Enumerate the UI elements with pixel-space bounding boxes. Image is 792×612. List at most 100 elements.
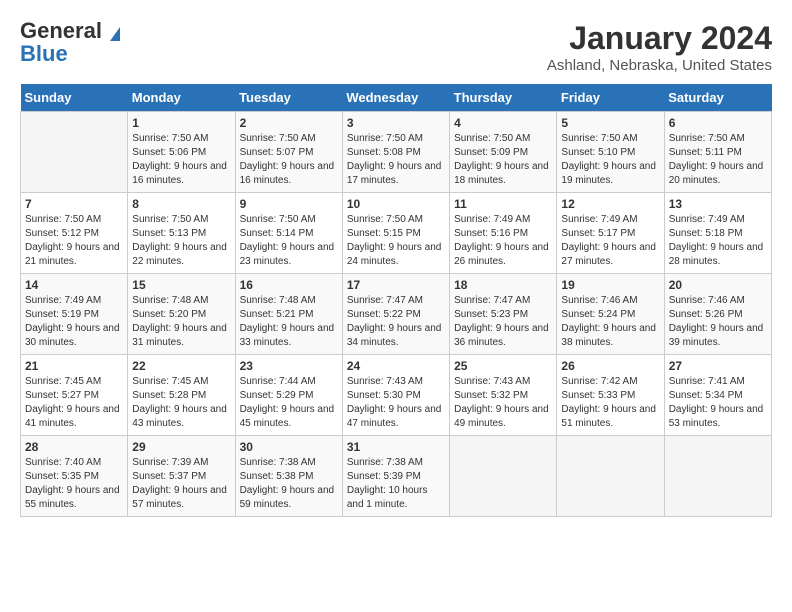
day-cell: 17 Sunrise: 7:47 AMSunset: 5:22 PMDayligh… <box>342 274 449 355</box>
day-info: Sunrise: 7:46 AMSunset: 5:24 PMDaylight:… <box>561 294 659 350</box>
day-number: 26 <box>561 359 659 373</box>
title-area: January 2024 Ashland, Nebraska, United S… <box>547 20 772 74</box>
day-cell: 4Sunrise: 7:50 AMSunset: 5:09 PMDaylight… <box>450 112 557 193</box>
day-number: 13 <box>669 197 767 211</box>
day-info: Sunrise: 7:49 AMSunset: 5:19 PMDaylight:… <box>25 294 123 350</box>
day-number: 10 <box>347 197 445 211</box>
day-info: Sunrise: 7:48 AMSunset: 5:20 PMDaylight:… <box>132 294 230 350</box>
week-row-1: 7 Sunrise: 7:50 AMSunset: 5:12 PMDaylight… <box>21 193 772 274</box>
day-info: Sunrise: 7:50 AMSunset: 5:15 PMDaylight:… <box>347 213 445 269</box>
day-number: 22 <box>132 359 230 373</box>
day-info: Sunrise: 7:40 AMSunset: 5:35 PMDaylight:… <box>25 456 123 512</box>
day-cell: 12 Sunrise: 7:49 AMSunset: 5:17 PMDayligh… <box>557 193 664 274</box>
day-number: 2 <box>240 116 338 130</box>
day-number: 17 <box>347 278 445 292</box>
header-cell-monday: Monday <box>128 84 235 112</box>
day-number: 30 <box>240 440 338 454</box>
day-info: Sunrise: 7:45 AMSunset: 5:28 PMDaylight:… <box>132 375 230 431</box>
day-cell: 18Sunrise: 7:47 AMSunset: 5:23 PMDayligh… <box>450 274 557 355</box>
header-cell-thursday: Thursday <box>450 84 557 112</box>
day-cell: 5Sunrise: 7:50 AMSunset: 5:10 PMDaylight… <box>557 112 664 193</box>
day-cell: 24 Sunrise: 7:43 AMSunset: 5:30 PMDayligh… <box>342 355 449 436</box>
day-info: Sunrise: 7:50 AMSunset: 5:12 PMDaylight:… <box>25 213 123 269</box>
day-number: 31 <box>347 440 445 454</box>
logo-general-text: General <box>20 18 102 43</box>
header-row: SundayMondayTuesdayWednesdayThursdayFrid… <box>21 84 772 112</box>
week-row-0: 1 Sunrise: 7:50 AMSunset: 5:06 PMDaylight… <box>21 112 772 193</box>
week-row-4: 28 Sunrise: 7:40 AMSunset: 5:35 PMDayligh… <box>21 436 772 517</box>
day-info: Sunrise: 7:44 AMSunset: 5:29 PMDaylight:… <box>240 375 338 431</box>
day-info: Sunrise: 7:41 AMSunset: 5:34 PMDaylight:… <box>669 375 767 431</box>
location-subtitle: Ashland, Nebraska, United States <box>547 57 772 74</box>
calendar-header: SundayMondayTuesdayWednesdayThursdayFrid… <box>21 84 772 112</box>
day-cell: 1 Sunrise: 7:50 AMSunset: 5:06 PMDaylight… <box>128 112 235 193</box>
day-info: Sunrise: 7:50 AMSunset: 5:11 PMDaylight:… <box>669 132 767 188</box>
day-number: 18 <box>454 278 552 292</box>
day-info: Sunrise: 7:50 AMSunset: 5:07 PMDaylight:… <box>240 132 338 188</box>
header-cell-saturday: Saturday <box>664 84 771 112</box>
day-cell: 6 Sunrise: 7:50 AMSunset: 5:11 PMDaylight… <box>664 112 771 193</box>
day-cell: 16 Sunrise: 7:48 AMSunset: 5:21 PMDayligh… <box>235 274 342 355</box>
day-info: Sunrise: 7:42 AMSunset: 5:33 PMDaylight:… <box>561 375 659 431</box>
day-number: 1 <box>132 116 230 130</box>
day-number: 28 <box>25 440 123 454</box>
day-number: 24 <box>347 359 445 373</box>
day-number: 14 <box>25 278 123 292</box>
day-number: 6 <box>669 116 767 130</box>
calendar-body: 1 Sunrise: 7:50 AMSunset: 5:06 PMDaylight… <box>21 112 772 517</box>
day-number: 20 <box>669 278 767 292</box>
day-cell: 26 Sunrise: 7:42 AMSunset: 5:33 PMDayligh… <box>557 355 664 436</box>
day-info: Sunrise: 7:49 AMSunset: 5:16 PMDaylight:… <box>454 213 552 269</box>
day-number: 21 <box>25 359 123 373</box>
day-number: 27 <box>669 359 767 373</box>
day-number: 12 <box>561 197 659 211</box>
day-number: 15 <box>132 278 230 292</box>
day-cell: 11Sunrise: 7:49 AMSunset: 5:16 PMDayligh… <box>450 193 557 274</box>
header-cell-tuesday: Tuesday <box>235 84 342 112</box>
week-row-3: 21 Sunrise: 7:45 AMSunset: 5:27 PMDayligh… <box>21 355 772 436</box>
day-info: Sunrise: 7:50 AMSunset: 5:06 PMDaylight:… <box>132 132 230 188</box>
day-cell <box>664 436 771 517</box>
day-cell: 8 Sunrise: 7:50 AMSunset: 5:13 PMDaylight… <box>128 193 235 274</box>
calendar-table: SundayMondayTuesdayWednesdayThursdayFrid… <box>20 84 772 517</box>
day-cell: 14 Sunrise: 7:49 AMSunset: 5:19 PMDayligh… <box>21 274 128 355</box>
day-info: Sunrise: 7:43 AMSunset: 5:32 PMDaylight:… <box>454 375 552 431</box>
day-cell: 22 Sunrise: 7:45 AMSunset: 5:28 PMDayligh… <box>128 355 235 436</box>
header-cell-friday: Friday <box>557 84 664 112</box>
day-cell: 27 Sunrise: 7:41 AMSunset: 5:34 PMDayligh… <box>664 355 771 436</box>
day-info: Sunrise: 7:46 AMSunset: 5:26 PMDaylight:… <box>669 294 767 350</box>
day-info: Sunrise: 7:38 AMSunset: 5:39 PMDaylight:… <box>347 456 445 512</box>
day-cell: 15 Sunrise: 7:48 AMSunset: 5:20 PMDayligh… <box>128 274 235 355</box>
day-info: Sunrise: 7:50 AMSunset: 5:10 PMDaylight:… <box>561 132 659 188</box>
day-info: Sunrise: 7:49 AMSunset: 5:18 PMDaylight:… <box>669 213 767 269</box>
day-cell <box>557 436 664 517</box>
logo-blue-text: Blue <box>20 43 68 65</box>
month-year-title: January 2024 <box>547 20 772 57</box>
day-info: Sunrise: 7:49 AMSunset: 5:17 PMDaylight:… <box>561 213 659 269</box>
day-info: Sunrise: 7:43 AMSunset: 5:30 PMDaylight:… <box>347 375 445 431</box>
day-cell: 19 Sunrise: 7:46 AMSunset: 5:24 PMDayligh… <box>557 274 664 355</box>
day-number: 7 <box>25 197 123 211</box>
day-cell: 29Sunrise: 7:39 AMSunset: 5:37 PMDayligh… <box>128 436 235 517</box>
day-info: Sunrise: 7:45 AMSunset: 5:27 PMDaylight:… <box>25 375 123 431</box>
day-info: Sunrise: 7:38 AMSunset: 5:38 PMDaylight:… <box>240 456 338 512</box>
logo-triangle-icon <box>110 27 120 41</box>
header-cell-sunday: Sunday <box>21 84 128 112</box>
day-info: Sunrise: 7:50 AMSunset: 5:09 PMDaylight:… <box>454 132 552 188</box>
day-number: 9 <box>240 197 338 211</box>
day-cell: 21 Sunrise: 7:45 AMSunset: 5:27 PMDayligh… <box>21 355 128 436</box>
day-info: Sunrise: 7:50 AMSunset: 5:14 PMDaylight:… <box>240 213 338 269</box>
day-number: 8 <box>132 197 230 211</box>
day-cell <box>21 112 128 193</box>
day-cell <box>450 436 557 517</box>
day-number: 16 <box>240 278 338 292</box>
day-cell: 23Sunrise: 7:44 AMSunset: 5:29 PMDayligh… <box>235 355 342 436</box>
day-number: 19 <box>561 278 659 292</box>
day-cell: 31 Sunrise: 7:38 AMSunset: 5:39 PMDayligh… <box>342 436 449 517</box>
day-cell: 7 Sunrise: 7:50 AMSunset: 5:12 PMDaylight… <box>21 193 128 274</box>
day-cell: 30 Sunrise: 7:38 AMSunset: 5:38 PMDayligh… <box>235 436 342 517</box>
day-info: Sunrise: 7:48 AMSunset: 5:21 PMDaylight:… <box>240 294 338 350</box>
day-info: Sunrise: 7:47 AMSunset: 5:22 PMDaylight:… <box>347 294 445 350</box>
day-info: Sunrise: 7:50 AMSunset: 5:13 PMDaylight:… <box>132 213 230 269</box>
day-number: 29 <box>132 440 230 454</box>
